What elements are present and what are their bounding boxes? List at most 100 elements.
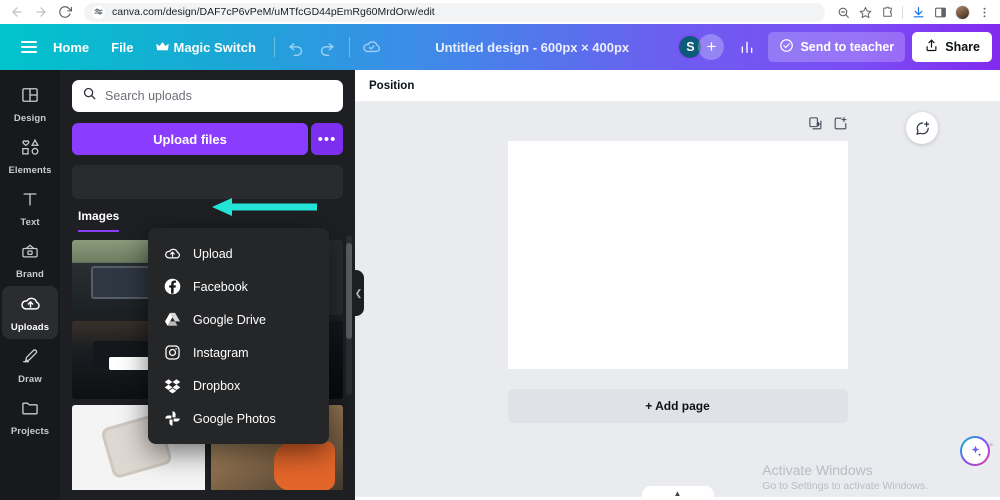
add-collaborator-button[interactable]: + bbox=[698, 34, 725, 60]
chevron-up-icon[interactable]: ▲ bbox=[641, 486, 714, 498]
forward-arrow-icon[interactable] bbox=[30, 2, 52, 22]
file-label: File bbox=[111, 39, 134, 55]
cloud-saved-icon[interactable] bbox=[357, 32, 387, 62]
facebook-icon bbox=[164, 278, 181, 295]
url-text: canva.com/design/DAF7cP6vPeM/uMTfcGD44pE… bbox=[112, 6, 435, 18]
sidebar-item-text[interactable]: Text bbox=[2, 182, 58, 234]
upload-more-options-button[interactable]: ••• bbox=[311, 123, 343, 155]
home-button[interactable]: Home bbox=[42, 34, 100, 61]
bookmark-star-icon[interactable] bbox=[855, 2, 875, 22]
menu-item-google-photos[interactable]: Google Photos bbox=[148, 402, 329, 435]
send-to-teacher-button[interactable]: Send to teacher bbox=[768, 32, 906, 62]
projects-folder-icon bbox=[20, 398, 40, 423]
chrome-menu-icon[interactable] bbox=[974, 2, 994, 22]
check-circle-icon bbox=[779, 38, 794, 56]
upload-source-dropdown: Upload Facebook Google Drive Instagram D… bbox=[148, 228, 329, 444]
insights-bar-chart-icon[interactable] bbox=[732, 32, 762, 62]
dropbox-icon bbox=[164, 377, 181, 394]
upload-files-button[interactable]: Upload files bbox=[72, 123, 308, 155]
menu-item-dropbox[interactable]: Dropbox bbox=[148, 369, 329, 402]
watermark-line1: Activate Windows bbox=[762, 462, 873, 478]
header-divider bbox=[273, 37, 275, 57]
design-page-canvas[interactable] bbox=[507, 141, 848, 369]
menu-item-google-drive[interactable]: Google Drive bbox=[148, 303, 329, 336]
chevron-left-icon[interactable]: ❮ bbox=[353, 270, 364, 316]
tab-images-label: Images bbox=[78, 209, 120, 223]
panel-filter-placeholder[interactable] bbox=[72, 165, 343, 199]
menu-item-label: Google Drive bbox=[193, 312, 266, 327]
redo-icon[interactable] bbox=[312, 32, 342, 62]
sidebar-label: Brand bbox=[16, 269, 44, 280]
search-placeholder: Search uploads bbox=[105, 89, 192, 103]
panel-scrollbar[interactable] bbox=[346, 235, 352, 395]
sidebar-item-design[interactable]: Design bbox=[2, 78, 58, 130]
design-layout-icon bbox=[20, 85, 40, 110]
menu-item-upload[interactable]: Upload bbox=[148, 237, 329, 270]
document-title[interactable]: Untitled design - 600px × 400px bbox=[425, 34, 639, 61]
magic-switch-button[interactable]: Magic Switch bbox=[145, 34, 267, 61]
menu-item-label: Google Photos bbox=[193, 411, 276, 426]
search-input[interactable]: Search uploads bbox=[72, 80, 343, 112]
address-bar[interactable]: canva.com/design/DAF7cP6vPeM/uMTfcGD44pE… bbox=[84, 2, 825, 22]
sidebar-label: Draw bbox=[18, 374, 42, 385]
share-label: Share bbox=[945, 40, 980, 54]
tab-images[interactable]: Images bbox=[78, 209, 120, 232]
menu-item-instagram[interactable]: Instagram bbox=[148, 336, 329, 369]
duplicate-page-icon[interactable] bbox=[808, 116, 823, 136]
panel-secondary-row bbox=[72, 165, 343, 199]
canvas-area: + Add page Activate Windows Go to Settin… bbox=[355, 102, 1000, 496]
upload-cloud-icon bbox=[20, 293, 41, 319]
google-photos-icon bbox=[164, 410, 181, 427]
instagram-icon bbox=[164, 344, 181, 361]
menu-item-label: Dropbox bbox=[193, 378, 241, 393]
menu-item-facebook[interactable]: Facebook bbox=[148, 270, 329, 303]
upload-actions-row: Upload files ••• bbox=[72, 123, 343, 155]
sidebar-item-uploads[interactable]: Uploads bbox=[2, 286, 58, 339]
menu-item-label: Upload bbox=[193, 246, 233, 261]
sidebar-label: Text bbox=[20, 217, 40, 228]
editor-toolbar: Position bbox=[355, 70, 1000, 102]
sidebar-item-projects[interactable]: Projects bbox=[2, 391, 58, 443]
profile-avatar-icon[interactable] bbox=[952, 2, 972, 22]
add-page-button[interactable]: + Add page bbox=[507, 389, 848, 423]
side-panel-icon[interactable] bbox=[930, 2, 950, 22]
upload-files-label: Upload files bbox=[153, 131, 227, 147]
share-button[interactable]: Share bbox=[912, 32, 992, 62]
bottom-status-bar: ▲ Notes Page 1 / 1 69% bbox=[355, 486, 1000, 500]
brand-kit-icon bbox=[20, 241, 40, 266]
google-drive-icon bbox=[164, 311, 181, 328]
position-button[interactable]: Position bbox=[369, 80, 414, 92]
header-divider-2 bbox=[348, 37, 350, 57]
back-arrow-icon[interactable] bbox=[6, 2, 28, 22]
add-comment-icon[interactable] bbox=[906, 112, 938, 144]
left-rail: Design Elements Text Brand Uploads Draw … bbox=[0, 70, 60, 500]
send-to-teacher-label: Send to teacher bbox=[800, 40, 895, 54]
sidebar-label: Projects bbox=[10, 426, 50, 437]
sidebar-item-elements[interactable]: Elements bbox=[2, 130, 58, 182]
upload-cloud-icon bbox=[164, 245, 181, 262]
site-settings-icon[interactable] bbox=[92, 5, 105, 19]
page-zoom-icon[interactable] bbox=[833, 2, 853, 22]
hamburger-menu-icon[interactable] bbox=[8, 41, 42, 53]
magic-sparkle-icon[interactable] bbox=[960, 436, 990, 466]
sidebar-label: Elements bbox=[8, 165, 52, 176]
page-tools bbox=[508, 116, 848, 136]
draw-pencil-icon bbox=[20, 346, 40, 371]
watermark-line2: Go to Settings to activate Windows. bbox=[762, 480, 928, 492]
download-icon[interactable] bbox=[908, 2, 928, 22]
windows-activation-watermark: Activate Windows Go to Settings to activ… bbox=[762, 462, 928, 492]
share-upload-icon bbox=[924, 38, 939, 56]
sidebar-item-draw[interactable]: Draw bbox=[2, 339, 58, 391]
add-page-icon[interactable] bbox=[833, 116, 848, 136]
app-body: Design Elements Text Brand Uploads Draw … bbox=[0, 70, 1000, 500]
more-options-label: ••• bbox=[317, 130, 337, 148]
crown-icon bbox=[155, 40, 169, 55]
undo-icon[interactable] bbox=[282, 32, 312, 62]
file-button[interactable]: File bbox=[100, 34, 144, 61]
uploads-panel: Search uploads Upload files ••• Images ❮… bbox=[60, 70, 364, 500]
reload-icon[interactable] bbox=[54, 2, 76, 22]
sidebar-item-brand[interactable]: Brand bbox=[2, 234, 58, 286]
menu-item-label: Facebook bbox=[193, 279, 248, 294]
extensions-puzzle-icon[interactable] bbox=[877, 2, 897, 22]
canvas-scroll-arrow-icon[interactable]: ▸ bbox=[989, 439, 994, 450]
